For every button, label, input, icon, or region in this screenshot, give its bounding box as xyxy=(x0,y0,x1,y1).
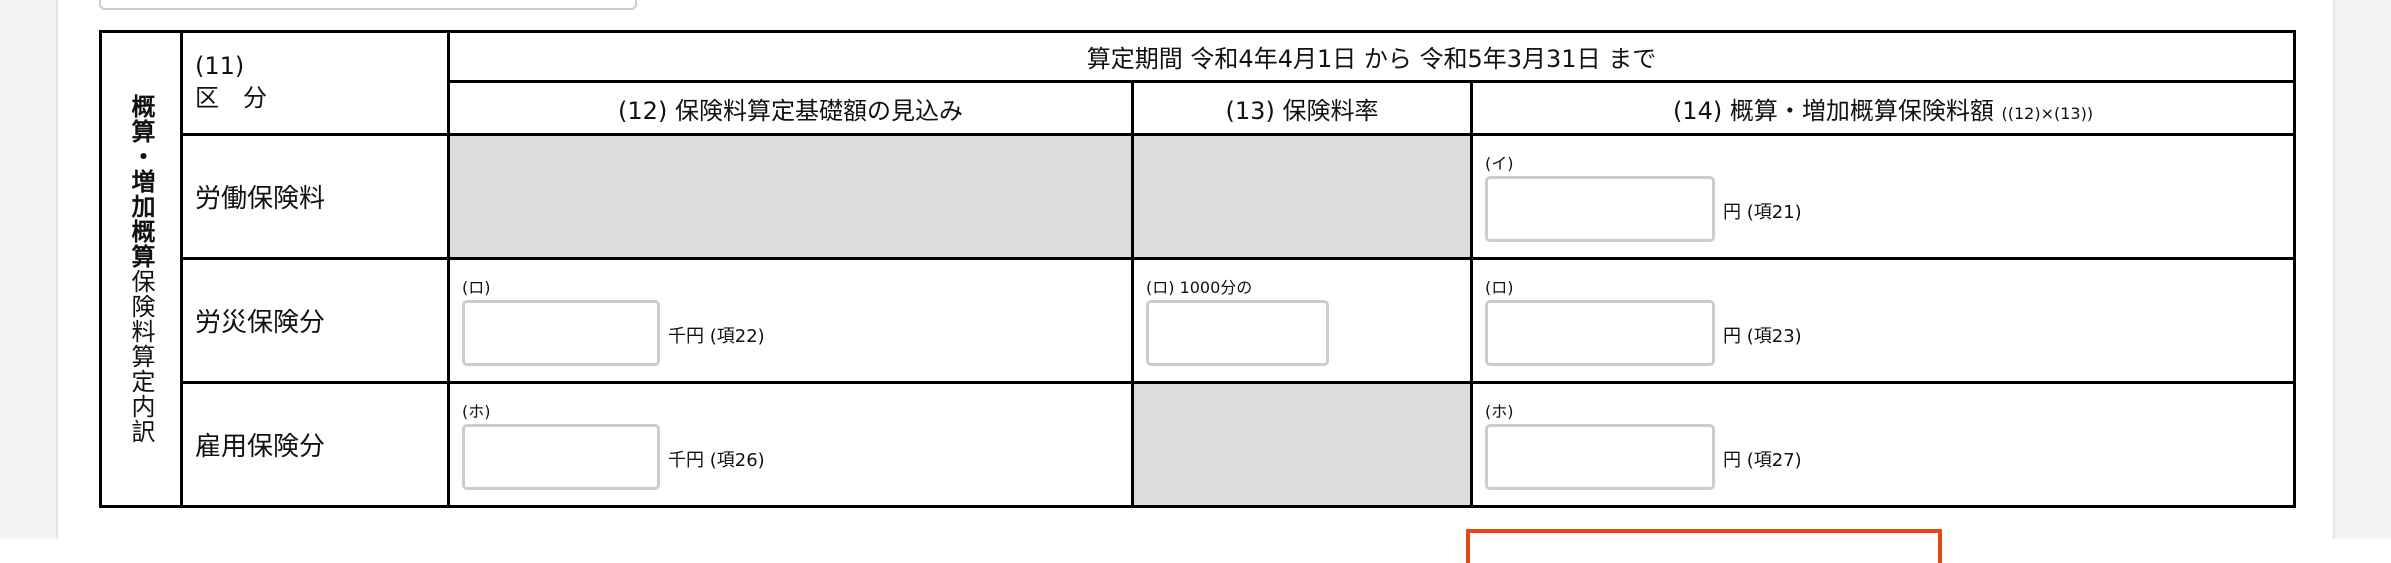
disabled-cell xyxy=(1131,381,1473,508)
workers-comp-amount-input[interactable] xyxy=(1485,300,1715,366)
col12-header: (12) 保険料算定基礎額の見込み xyxy=(447,80,1134,136)
premium-calculation-table: 概算・増加概算保険料算定内訳 (11) 区 分 算定期間 令和4年4月1日 から… xyxy=(99,30,2297,508)
row-label: 労災保険分 xyxy=(180,257,450,384)
field-label: (ロ) xyxy=(1485,278,1514,297)
employment-amount-cell: (ホ) 円 (項27) xyxy=(1469,381,2297,508)
labor-premium-cell: (イ) 円 (項21) xyxy=(1469,133,2297,260)
row-label: 雇用保険分 xyxy=(180,381,450,508)
table-row: 労働保険料 (イ) 円 (項21) xyxy=(101,133,2297,260)
field-label: (ロ) 1000分の xyxy=(1146,278,1253,297)
col14-header: (14) 概算・増加概算保険料額 ((12)×(13)) xyxy=(1469,80,2297,136)
workers-comp-amount-cell: (ロ) 円 (項23) xyxy=(1469,257,2297,384)
employment-base-input[interactable] xyxy=(462,424,660,490)
unit-label: 円 (項21) xyxy=(1723,202,1802,223)
unit-label: 円 (項27) xyxy=(1723,450,1802,471)
next-action-button[interactable] xyxy=(1466,529,1942,563)
col13-header: (13) 保険料率 xyxy=(1131,80,1473,136)
category-number: (11) xyxy=(195,51,245,80)
side-title: 概算・増加概算保険料算定内訳 xyxy=(99,30,183,508)
workers-comp-base-cell: (ロ) 千円 (項22) xyxy=(447,257,1134,384)
field-label: (ロ) xyxy=(462,278,491,297)
previous-input-field[interactable] xyxy=(99,0,637,10)
unit-label: 千円 (項22) xyxy=(668,326,765,347)
employment-amount-input[interactable] xyxy=(1485,424,1715,490)
unit-label: 円 (項23) xyxy=(1723,326,1802,347)
category-label: 区 分 xyxy=(195,83,267,112)
table-row: 労災保険分 (ロ) 千円 (項22) (ロ) 1000分の (ロ) 円 (項23… xyxy=(101,257,2297,384)
workers-comp-rate-input[interactable] xyxy=(1146,300,1329,366)
table-row: 雇用保険分 (ホ) 千円 (項26) (ホ) 円 (項27) xyxy=(101,381,2297,508)
workers-comp-rate-cell: (ロ) 1000分の xyxy=(1131,257,1473,384)
labor-premium-amount-input[interactable] xyxy=(1485,176,1715,242)
calculation-period: 算定期間 令和4年4月1日 から 令和5年3月31日 まで xyxy=(446,30,2297,83)
workers-comp-base-input[interactable] xyxy=(462,300,660,366)
col14-note: ((12)×(13)) xyxy=(2001,103,2094,123)
employment-base-cell: (ホ) 千円 (項26) xyxy=(447,381,1134,508)
disabled-cell xyxy=(447,133,1134,260)
row-label: 労働保険料 xyxy=(180,133,450,260)
disabled-cell xyxy=(1131,133,1473,260)
side-title-normal: 保険料算定内訳 xyxy=(127,269,155,444)
unit-label: 千円 (項26) xyxy=(668,450,765,471)
field-label: (イ) xyxy=(1485,154,1514,173)
category-header: (11) 区 分 xyxy=(180,30,450,136)
right-margin xyxy=(2333,0,2391,539)
col14-title: (14) 概算・増加概算保険料額 xyxy=(1672,96,1994,125)
left-margin xyxy=(0,0,58,539)
field-label: (ホ) xyxy=(462,402,491,421)
field-label: (ホ) xyxy=(1485,402,1514,421)
side-title-bold: 概算・増加概算 xyxy=(127,94,155,269)
